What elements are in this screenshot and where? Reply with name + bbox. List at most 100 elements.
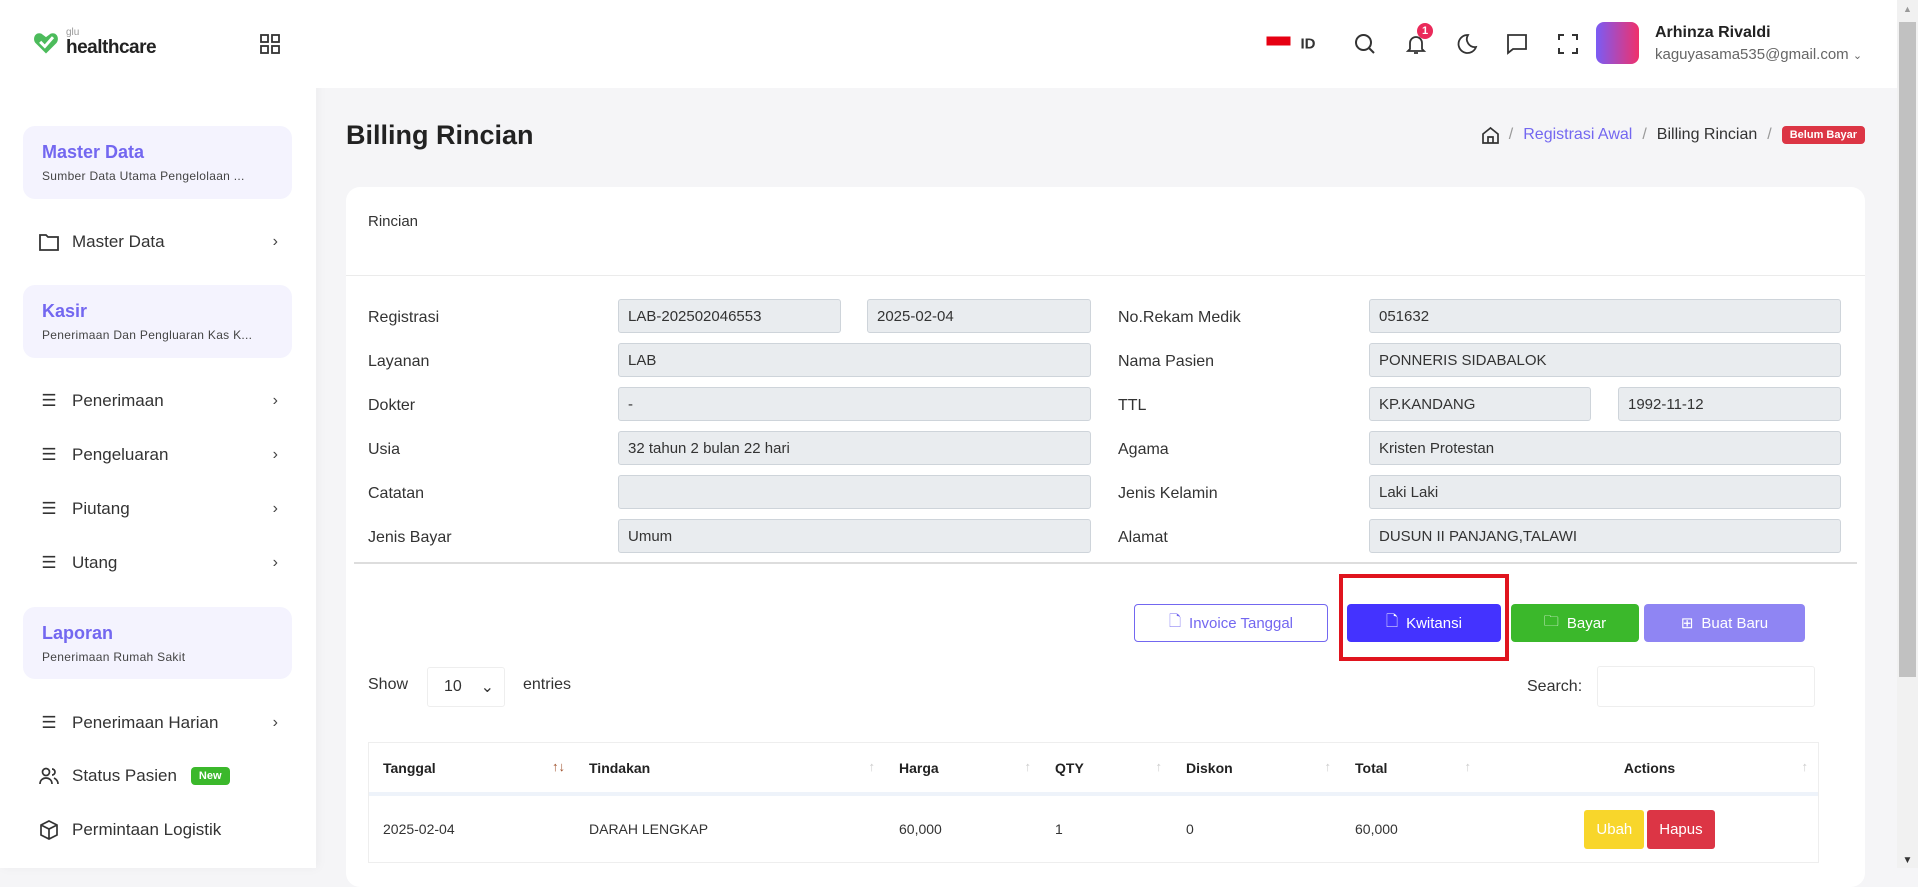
label-nama-pasien: Nama Pasien: [1118, 353, 1215, 370]
language-selector[interactable]: ID: [1266, 36, 1316, 53]
box-icon: [38, 820, 60, 840]
rekam-medik-field[interactable]: 051632: [1369, 299, 1841, 333]
divider: [346, 275, 1865, 276]
billing-table: Tanggal ↑↓ Tindakan ↑ Harga ↑ QTY ↑ Diskon ↑ …: [368, 742, 1819, 863]
top-header: ID 1 Arhinza Rivaldi kaguyasama535@gmail…: [316, 0, 1897, 88]
label-catatan: Catatan: [368, 485, 425, 502]
label-alamat: Alamat: [1118, 529, 1168, 546]
jenis-kelamin-field[interactable]: Laki Laki: [1369, 475, 1841, 509]
new-badge: New: [190, 767, 230, 785]
column-diskon[interactable]: Diskon ↑: [1172, 743, 1341, 796]
highlight-box: [1339, 574, 1509, 661]
sidebar-item-permintaan-logistik[interactable]: Permintaan Logistik: [38, 820, 278, 840]
users-icon: [38, 767, 60, 785]
section-laporan: Laporan Penerimaan Rumah Sakit: [23, 607, 292, 679]
list-icon: ☰: [41, 499, 57, 518]
folder-icon: [38, 233, 60, 251]
list-icon: ☰: [41, 713, 57, 732]
list-icon: ☰: [41, 553, 57, 572]
sidebar-item-penerimaan[interactable]: ☰ Penerimaan ›: [38, 391, 278, 411]
jenis-bayar-field[interactable]: Umum: [618, 519, 1091, 553]
label-jenis-kelamin: Jenis Kelamin: [1118, 485, 1218, 502]
sidebar-item-pengeluaran[interactable]: ☰ Pengeluaran ›: [38, 445, 278, 465]
chevron-right-icon: ›: [272, 554, 278, 571]
usia-field[interactable]: 32 tahun 2 bulan 22 hari: [618, 431, 1091, 465]
chevron-down-icon: ⌄: [480, 679, 494, 696]
user-menu[interactable]: Arhinza Rivaldi kaguyasama535@gmail.com …: [1655, 24, 1862, 63]
chevron-down-icon: ⌄: [1852, 50, 1863, 62]
sidebar-item-utang[interactable]: ☰ Utang ›: [38, 553, 278, 573]
divider: [354, 562, 1857, 564]
entries-select[interactable]: 10 ⌄: [427, 667, 505, 707]
home-icon[interactable]: [1481, 126, 1499, 144]
column-tindakan[interactable]: Tindakan ↑: [575, 743, 885, 796]
logo[interactable]: glu healthcare: [32, 28, 157, 57]
card-title: Rincian: [368, 213, 419, 230]
section-kasir: Kasir Penerimaan Dan Pengluaran Kas K...: [23, 285, 292, 358]
label-dokter: Dokter: [368, 397, 416, 414]
heart-check-icon: [34, 32, 58, 53]
sidebar-item-penerimaan-harian[interactable]: ☰ Penerimaan Harian ›: [38, 713, 278, 733]
entries-label: entries: [523, 676, 572, 693]
label-usia: Usia: [368, 441, 401, 458]
nama-pasien-field[interactable]: PONNERIS SIDABALOK: [1369, 343, 1841, 377]
registrasi-field[interactable]: LAB-202502046553: [618, 299, 841, 333]
sidebar-item-status-pasien[interactable]: Status Pasien New: [38, 766, 278, 786]
tanggal-lahir-field[interactable]: 1992-11-12: [1618, 387, 1841, 421]
column-tanggal[interactable]: Tanggal ↑↓: [369, 743, 575, 796]
table-search-input[interactable]: [1597, 666, 1815, 707]
section-master-data: Master Data Sumber Data Utama Pengelolaan…: [23, 126, 292, 199]
label-ttl: TTL: [1118, 397, 1147, 414]
buat-baru-button[interactable]: ⊞ Buat Baru: [1644, 604, 1805, 642]
column-total[interactable]: Total ↑: [1341, 743, 1481, 796]
column-harga[interactable]: Harga ↑: [885, 743, 1041, 796]
dokter-field[interactable]: -: [618, 387, 1091, 421]
scrollbar[interactable]: ▲ ▼: [1897, 0, 1918, 868]
chevron-right-icon: ›: [272, 392, 278, 409]
table-row: 2025-02-04 DARAH LENGKAP 60,000 1 0 60,0…: [369, 794, 1818, 862]
tempat-lahir-field[interactable]: KP.KANDANG: [1369, 387, 1591, 421]
grid-icon[interactable]: [260, 34, 280, 54]
search-icon[interactable]: [1354, 33, 1376, 55]
chat-icon[interactable]: [1506, 33, 1528, 55]
label-layanan: Layanan: [368, 353, 430, 370]
agama-field[interactable]: Kristen Protestan: [1369, 431, 1841, 465]
page-title: Billing Rincian: [346, 120, 534, 150]
list-icon: ☰: [41, 445, 57, 464]
chevron-right-icon: ›: [272, 714, 278, 731]
hapus-button[interactable]: Hapus: [1647, 809, 1715, 849]
sidebar: glu healthcare Master Data Sumber Data Uta…: [0, 0, 316, 868]
notification-button[interactable]: 1: [1405, 23, 1433, 55]
breadcrumb: / Registrasi Awal / Billing Rincian / Belum…: [1481, 126, 1865, 144]
status-badge: Belum Bayar: [1781, 126, 1865, 144]
label-registrasi: Registrasi: [368, 309, 440, 326]
chevron-right-icon: ›: [272, 500, 278, 517]
bayar-button[interactable]: 🗀 Bayar: [1511, 604, 1639, 642]
label-jenis-bayar: Jenis Bayar: [368, 529, 452, 546]
column-actions[interactable]: Actions ↑: [1481, 743, 1818, 796]
plus-square-icon: ⊞: [1680, 615, 1694, 632]
file-icon: 🗋: [1168, 612, 1182, 630]
breadcrumb-registrasi-awal[interactable]: Registrasi Awal: [1523, 126, 1632, 144]
chevron-right-icon: ›: [272, 233, 278, 250]
notification-count: 1: [1417, 23, 1433, 39]
tanggal-field[interactable]: 2025-02-04: [867, 299, 1091, 333]
alamat-field[interactable]: DUSUN II PANJANG,TALAWI: [1369, 519, 1841, 553]
search-label: Search:: [1527, 678, 1583, 695]
indonesia-flag-icon: [1266, 36, 1291, 46]
avatar[interactable]: [1596, 22, 1639, 64]
show-label: Show: [368, 676, 409, 693]
fullscreen-icon[interactable]: [1557, 33, 1579, 55]
moon-icon[interactable]: [1456, 33, 1478, 55]
list-icon: ☰: [41, 391, 57, 410]
chevron-right-icon: ›: [272, 446, 278, 463]
layanan-field[interactable]: LAB: [618, 343, 1091, 377]
ubah-button[interactable]: Ubah: [1584, 809, 1645, 849]
column-qty[interactable]: QTY ↑: [1041, 743, 1172, 796]
catatan-field[interactable]: [618, 475, 1091, 509]
sidebar-item-piutang[interactable]: ☰ Piutang ›: [38, 499, 278, 519]
label-rekam-medik: No.Rekam Medik: [1118, 309, 1241, 326]
label-agama: Agama: [1118, 441, 1169, 458]
invoice-tanggal-button[interactable]: 🗋 Invoice Tanggal: [1134, 604, 1328, 642]
sidebar-item-master-data[interactable]: Master Data ›: [38, 232, 278, 252]
